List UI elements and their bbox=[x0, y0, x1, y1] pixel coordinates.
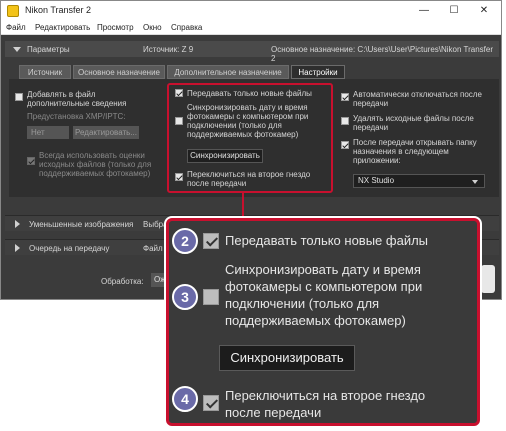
close-button[interactable]: ✕ bbox=[469, 3, 499, 19]
queue-tail: Файл bbox=[143, 244, 163, 253]
expand-right-icon bbox=[15, 220, 20, 228]
tab-extra-destination[interactable]: Дополнительное назначение bbox=[167, 65, 289, 79]
settings-content: Добавлять в файл дополнительные сведения… bbox=[9, 79, 499, 197]
open-folder-label: После передачи открывать папку назначени… bbox=[353, 138, 477, 165]
menu-help[interactable]: Справка bbox=[171, 23, 202, 32]
auto-disconnect-checkbox[interactable] bbox=[341, 93, 349, 101]
always-use-rating-label: Всегда использовать оценки исходных файл… bbox=[39, 151, 152, 178]
zoom-sync-datetime-label: Синхронизировать дату и время фотокамеры… bbox=[225, 262, 423, 328]
callout-badge-3: 3 bbox=[172, 284, 198, 310]
menu-edit[interactable]: Редактировать bbox=[35, 23, 90, 32]
edit-preset-button[interactable]: Редактировать... bbox=[73, 126, 139, 139]
sync-datetime-label: Синхронизировать дату и время фотокамеры… bbox=[187, 103, 309, 139]
params-label: Параметры bbox=[27, 45, 70, 54]
title-bar: Nikon Transfer 2 — ☐ ✕ bbox=[1, 1, 501, 21]
sync-datetime-checkbox[interactable] bbox=[175, 117, 183, 125]
expand-down-icon bbox=[13, 47, 21, 52]
zoom-only-new-checkbox bbox=[203, 233, 219, 249]
app-select-value: NX Studio bbox=[358, 176, 395, 185]
add-info-checkbox[interactable] bbox=[15, 93, 23, 101]
sync-button[interactable]: Синхронизировать bbox=[187, 149, 263, 163]
tab-settings[interactable]: Настройки bbox=[291, 65, 345, 79]
tab-main-destination[interactable]: Основное назначение bbox=[73, 65, 165, 79]
minimize-button[interactable]: — bbox=[409, 3, 439, 19]
thumbnails-tail: Выбра bbox=[143, 220, 168, 229]
processing-label: Обработка: bbox=[101, 277, 144, 286]
zoom-switch-slot-label: Переключиться на второе гнездо после пер… bbox=[225, 388, 426, 420]
window-title: Nikon Transfer 2 bbox=[25, 5, 92, 15]
open-folder-checkbox[interactable] bbox=[341, 141, 349, 149]
tab-source[interactable]: Источник bbox=[19, 65, 71, 79]
zoom-only-new-label: Передавать только новые файлы bbox=[225, 233, 429, 248]
chevron-down-icon bbox=[472, 180, 478, 184]
maximize-button[interactable]: ☐ bbox=[439, 3, 469, 19]
only-new-label: Передавать только новые файлы bbox=[187, 89, 312, 98]
app-select[interactable]: NX Studio bbox=[353, 174, 485, 188]
callout-badge-2: 2 bbox=[172, 228, 198, 254]
menu-file[interactable]: Файл bbox=[6, 23, 26, 32]
zoom-switch-slot-checkbox bbox=[203, 395, 219, 411]
callout-badge-4: 4 bbox=[172, 386, 198, 412]
start-transfer-button[interactable] bbox=[481, 265, 495, 293]
destination-label: Основное назначение: C:\Users\User\Pictu… bbox=[271, 45, 494, 63]
menu-bar: Файл Редактировать Просмотр Окно Справка bbox=[1, 21, 501, 35]
queue-label: Очередь на передачу bbox=[29, 244, 110, 253]
app-logo-icon bbox=[7, 5, 19, 17]
params-panel-header[interactable]: Параметры Источник: Z 9 Основное назначе… bbox=[5, 41, 499, 63]
xmp-preset-select[interactable]: Нет bbox=[27, 126, 69, 139]
only-new-checkbox[interactable] bbox=[175, 89, 183, 97]
switch-slot-label: Переключиться на второе гнездо после пер… bbox=[187, 170, 311, 188]
zoom-sync-datetime-checkbox bbox=[203, 289, 219, 305]
always-use-rating-checkbox[interactable] bbox=[27, 157, 35, 165]
zoom-callout: Передавать только новые файлы Синхронизи… bbox=[166, 218, 480, 426]
delete-originals-checkbox[interactable] bbox=[341, 117, 349, 125]
add-info-label: Добавлять в файл дополнительные сведения bbox=[27, 90, 127, 108]
switch-slot-checkbox[interactable] bbox=[175, 173, 183, 181]
menu-view[interactable]: Просмотр bbox=[97, 23, 134, 32]
auto-disconnect-label: Автоматически отключаться после передачи bbox=[353, 90, 482, 108]
zoom-sync-button: Синхронизировать bbox=[219, 345, 355, 371]
thumbnails-label: Уменьшенные изображения bbox=[29, 220, 134, 229]
delete-originals-label: Удалять исходные файлы после передачи bbox=[353, 114, 474, 132]
callout-connector bbox=[242, 191, 244, 219]
menu-window[interactable]: Окно bbox=[143, 23, 162, 32]
source-label: Источник: Z 9 bbox=[143, 45, 194, 54]
xmp-preset-label: Предустановка XMP/IPTC: bbox=[27, 112, 126, 121]
expand-right-icon bbox=[15, 244, 20, 252]
